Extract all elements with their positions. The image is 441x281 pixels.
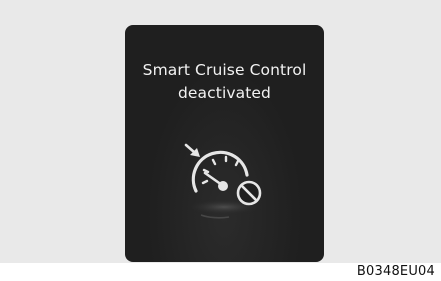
reflection-arc [200,214,230,219]
speedometer-icon [184,143,264,219]
message-line-2: deactivated [177,84,271,102]
gauge-ticks [201,155,240,185]
gauge-hub [218,181,228,191]
set-speed-arrow-icon [184,143,200,157]
figure-code: B0348EU04 [356,264,435,279]
cluster-display: Smart Cruise Control deactivated [125,25,324,262]
cruise-control-deactivated-icon [177,131,277,231]
message-line-1: Smart Cruise Control [142,61,307,79]
prohibited-icon [236,180,262,206]
